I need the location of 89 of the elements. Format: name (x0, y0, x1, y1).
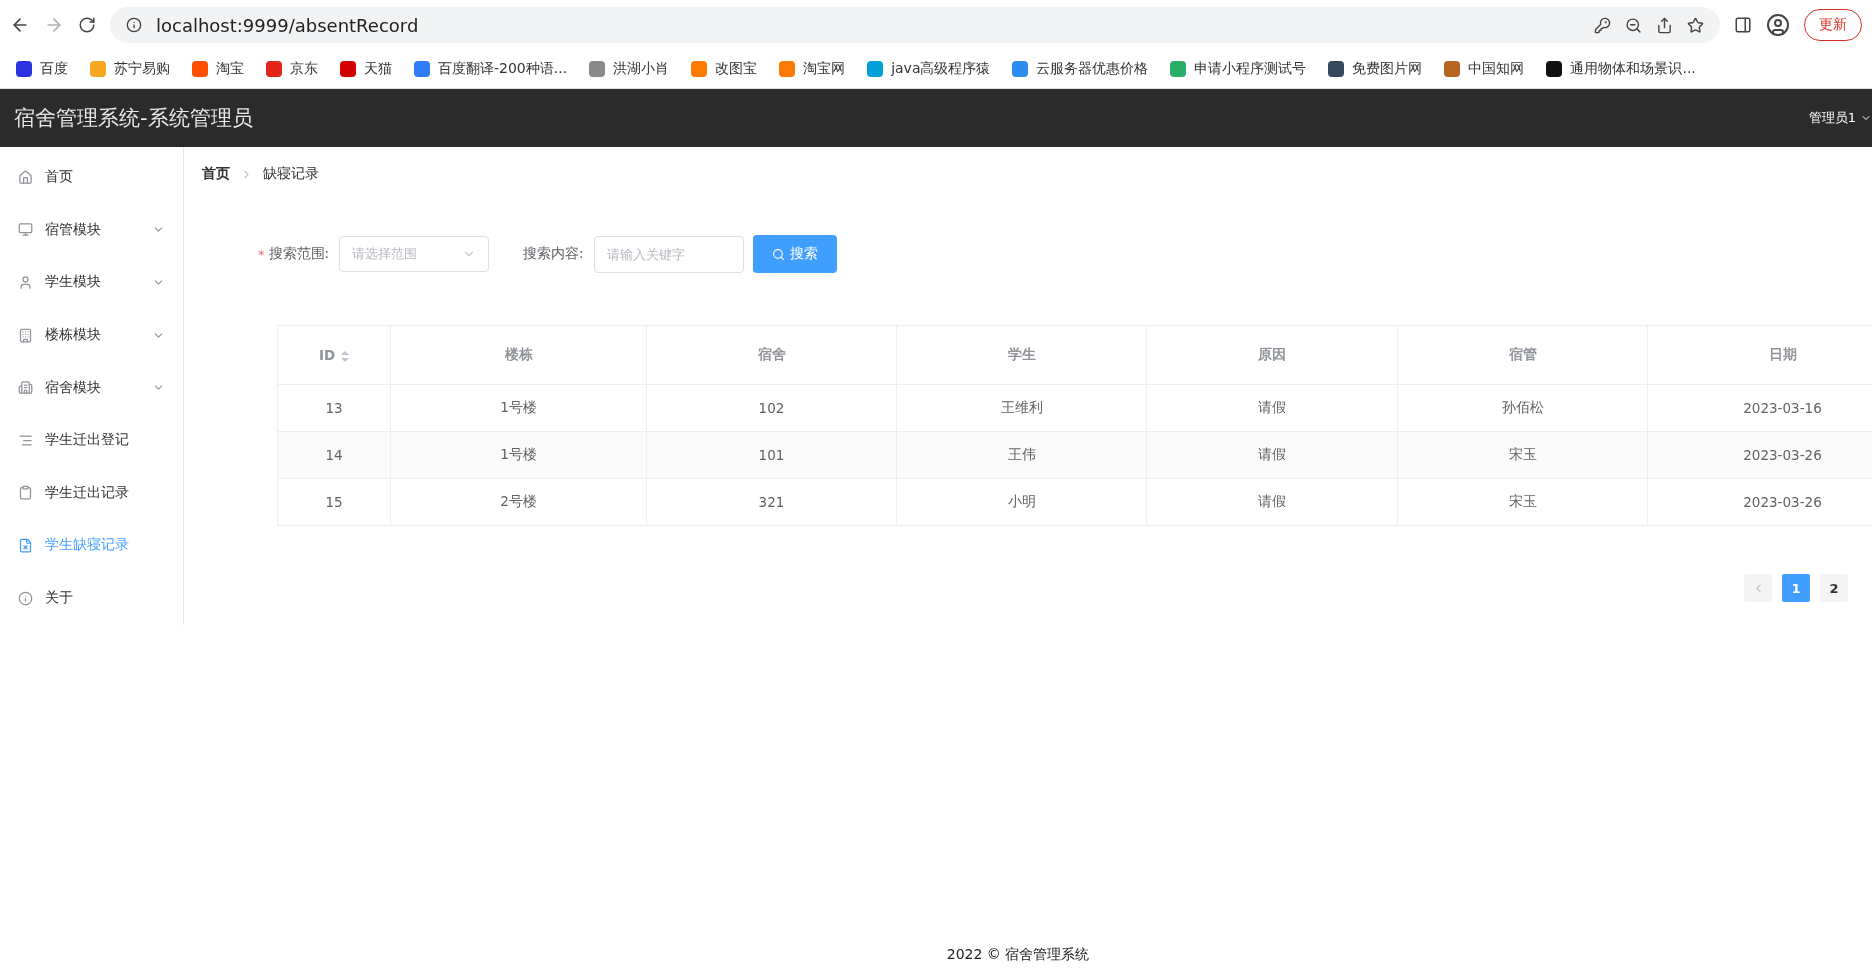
bookmark[interactable]: 中国知网 (1444, 60, 1525, 78)
monitor-icon (18, 222, 33, 238)
sidebar-label: 楼栋模块 (45, 326, 102, 345)
profile-icon[interactable] (1766, 13, 1790, 37)
sidebar-item[interactable]: 学生迁出登记 (0, 413, 183, 467)
sidebar-label: 关于 (45, 589, 74, 608)
sidebar-label: 学生模块 (45, 273, 102, 292)
sidebar-label: 宿管模块 (45, 220, 102, 239)
sidebar-item[interactable]: 宿管模块 (0, 203, 183, 257)
user-menu[interactable]: 管理员1 (1808, 109, 1872, 127)
table-cell: 1号楼 (390, 384, 647, 432)
bookmark[interactable]: 淘宝网 (779, 60, 846, 78)
update-button[interactable]: 更新 (1804, 9, 1862, 41)
bookmark[interactable]: 免费图片网 (1328, 60, 1423, 78)
table-cell: 王维利 (896, 384, 1147, 432)
info-icon[interactable] (126, 17, 142, 33)
table-cell: 孙佰松 (1397, 384, 1648, 432)
table-cell: 2023-03-26 (1647, 478, 1872, 526)
star-icon[interactable] (1687, 16, 1704, 34)
share-icon[interactable] (1656, 16, 1673, 34)
key-icon[interactable] (1594, 16, 1611, 34)
breadcrumb-item[interactable]: 首页 (202, 165, 230, 183)
clipboard-icon (18, 485, 33, 501)
table-cell: 13 (277, 384, 391, 432)
field-label: 搜索范围: (268, 245, 330, 263)
table-cell: 王伟 (896, 431, 1147, 479)
zoom-out-icon[interactable] (1625, 16, 1642, 34)
table-cell: 102 (646, 384, 897, 432)
bookmark[interactable]: 改图宝 (691, 60, 758, 78)
table-cell: 2023-03-26 (1647, 431, 1872, 479)
table-cell: 321 (646, 478, 897, 526)
address-bar[interactable]: localhost:9999/absentRecord (110, 7, 1720, 43)
sidebar-label: 首页 (45, 168, 74, 187)
bookmark[interactable]: 苏宁易购 (90, 60, 170, 78)
sidebar-item[interactable]: 楼栋模块 (0, 308, 183, 362)
bookmark[interactable]: 洪湖小肖 (589, 60, 670, 78)
column-header: 宿管 (1397, 325, 1648, 385)
table-cell: 请假 (1146, 478, 1398, 526)
sidebar-item[interactable]: 首页 (0, 151, 183, 204)
search-icon (771, 247, 785, 261)
bookmark[interactable]: 申请小程序测试号 (1170, 60, 1307, 78)
sidebar-label: 学生迁出登记 (45, 431, 130, 450)
page-button[interactable]: 2 (1820, 574, 1848, 602)
column-header: 日期 (1647, 325, 1872, 385)
office-building-icon (18, 380, 33, 396)
bookmark[interactable]: 京东 (266, 60, 318, 78)
table-cell: 2023-03-16 (1647, 384, 1872, 432)
building-icon (18, 327, 33, 343)
app-title: 宿舍管理系统-系统管理员 (14, 105, 253, 132)
table-cell: 宋玉 (1397, 478, 1648, 526)
footer-text: 2022 © 宿舍管理系统 (946, 946, 1090, 964)
bookmark[interactable]: java高级程序猿 (867, 60, 991, 78)
user-icon (18, 275, 33, 290)
column-header: 楼栋 (390, 325, 647, 385)
table-cell: 101 (646, 431, 897, 479)
info-icon (18, 590, 33, 606)
sidebar-item[interactable]: 学生模块 (0, 256, 183, 309)
table-cell: 请假 (1146, 384, 1398, 432)
table-cell: 请假 (1146, 431, 1398, 479)
keyword-field[interactable]: 请输入关键字 (593, 235, 744, 273)
bookmark[interactable]: 通用物体和场景识... (1546, 60, 1696, 78)
file-x-icon (18, 537, 33, 553)
sidebar-label: 宿舍模块 (45, 378, 102, 397)
required-mark: * (258, 246, 265, 262)
table-cell: 宋玉 (1397, 431, 1648, 479)
sidebar-label: 学生缺寝记录 (45, 536, 130, 555)
table-cell: 1号楼 (390, 431, 647, 479)
breadcrumb-item: 缺寝记录 (263, 165, 319, 183)
bookmark[interactable]: 云服务器优惠价格 (1012, 60, 1149, 78)
bookmark[interactable]: 淘宝 (192, 60, 244, 78)
bookmark[interactable]: 百度翻译-200种语... (414, 60, 568, 78)
side-panel-icon[interactable] (1734, 16, 1752, 34)
sidebar-item[interactable]: 关于 (0, 571, 183, 625)
table-cell: 15 (277, 478, 391, 526)
bookmark[interactable]: 百度 (16, 60, 68, 78)
column-header: 原因 (1146, 325, 1398, 385)
list-icon (18, 432, 33, 448)
column-header: 宿舍 (646, 325, 897, 385)
column-header: 学生 (896, 325, 1147, 385)
home-icon (18, 169, 33, 185)
reload-icon[interactable] (78, 16, 96, 34)
sidebar-item[interactable]: 学生迁出记录 (0, 466, 183, 520)
sidebar-item[interactable]: 宿舍模块 (0, 361, 183, 414)
bookmark[interactable]: 天猫 (340, 60, 392, 78)
table-cell: 小明 (896, 478, 1147, 526)
table-cell: 2号楼 (390, 478, 647, 526)
table-cell: 14 (277, 431, 391, 479)
field-label: 搜索内容: (523, 245, 584, 263)
sidebar-label: 学生迁出记录 (45, 483, 130, 502)
